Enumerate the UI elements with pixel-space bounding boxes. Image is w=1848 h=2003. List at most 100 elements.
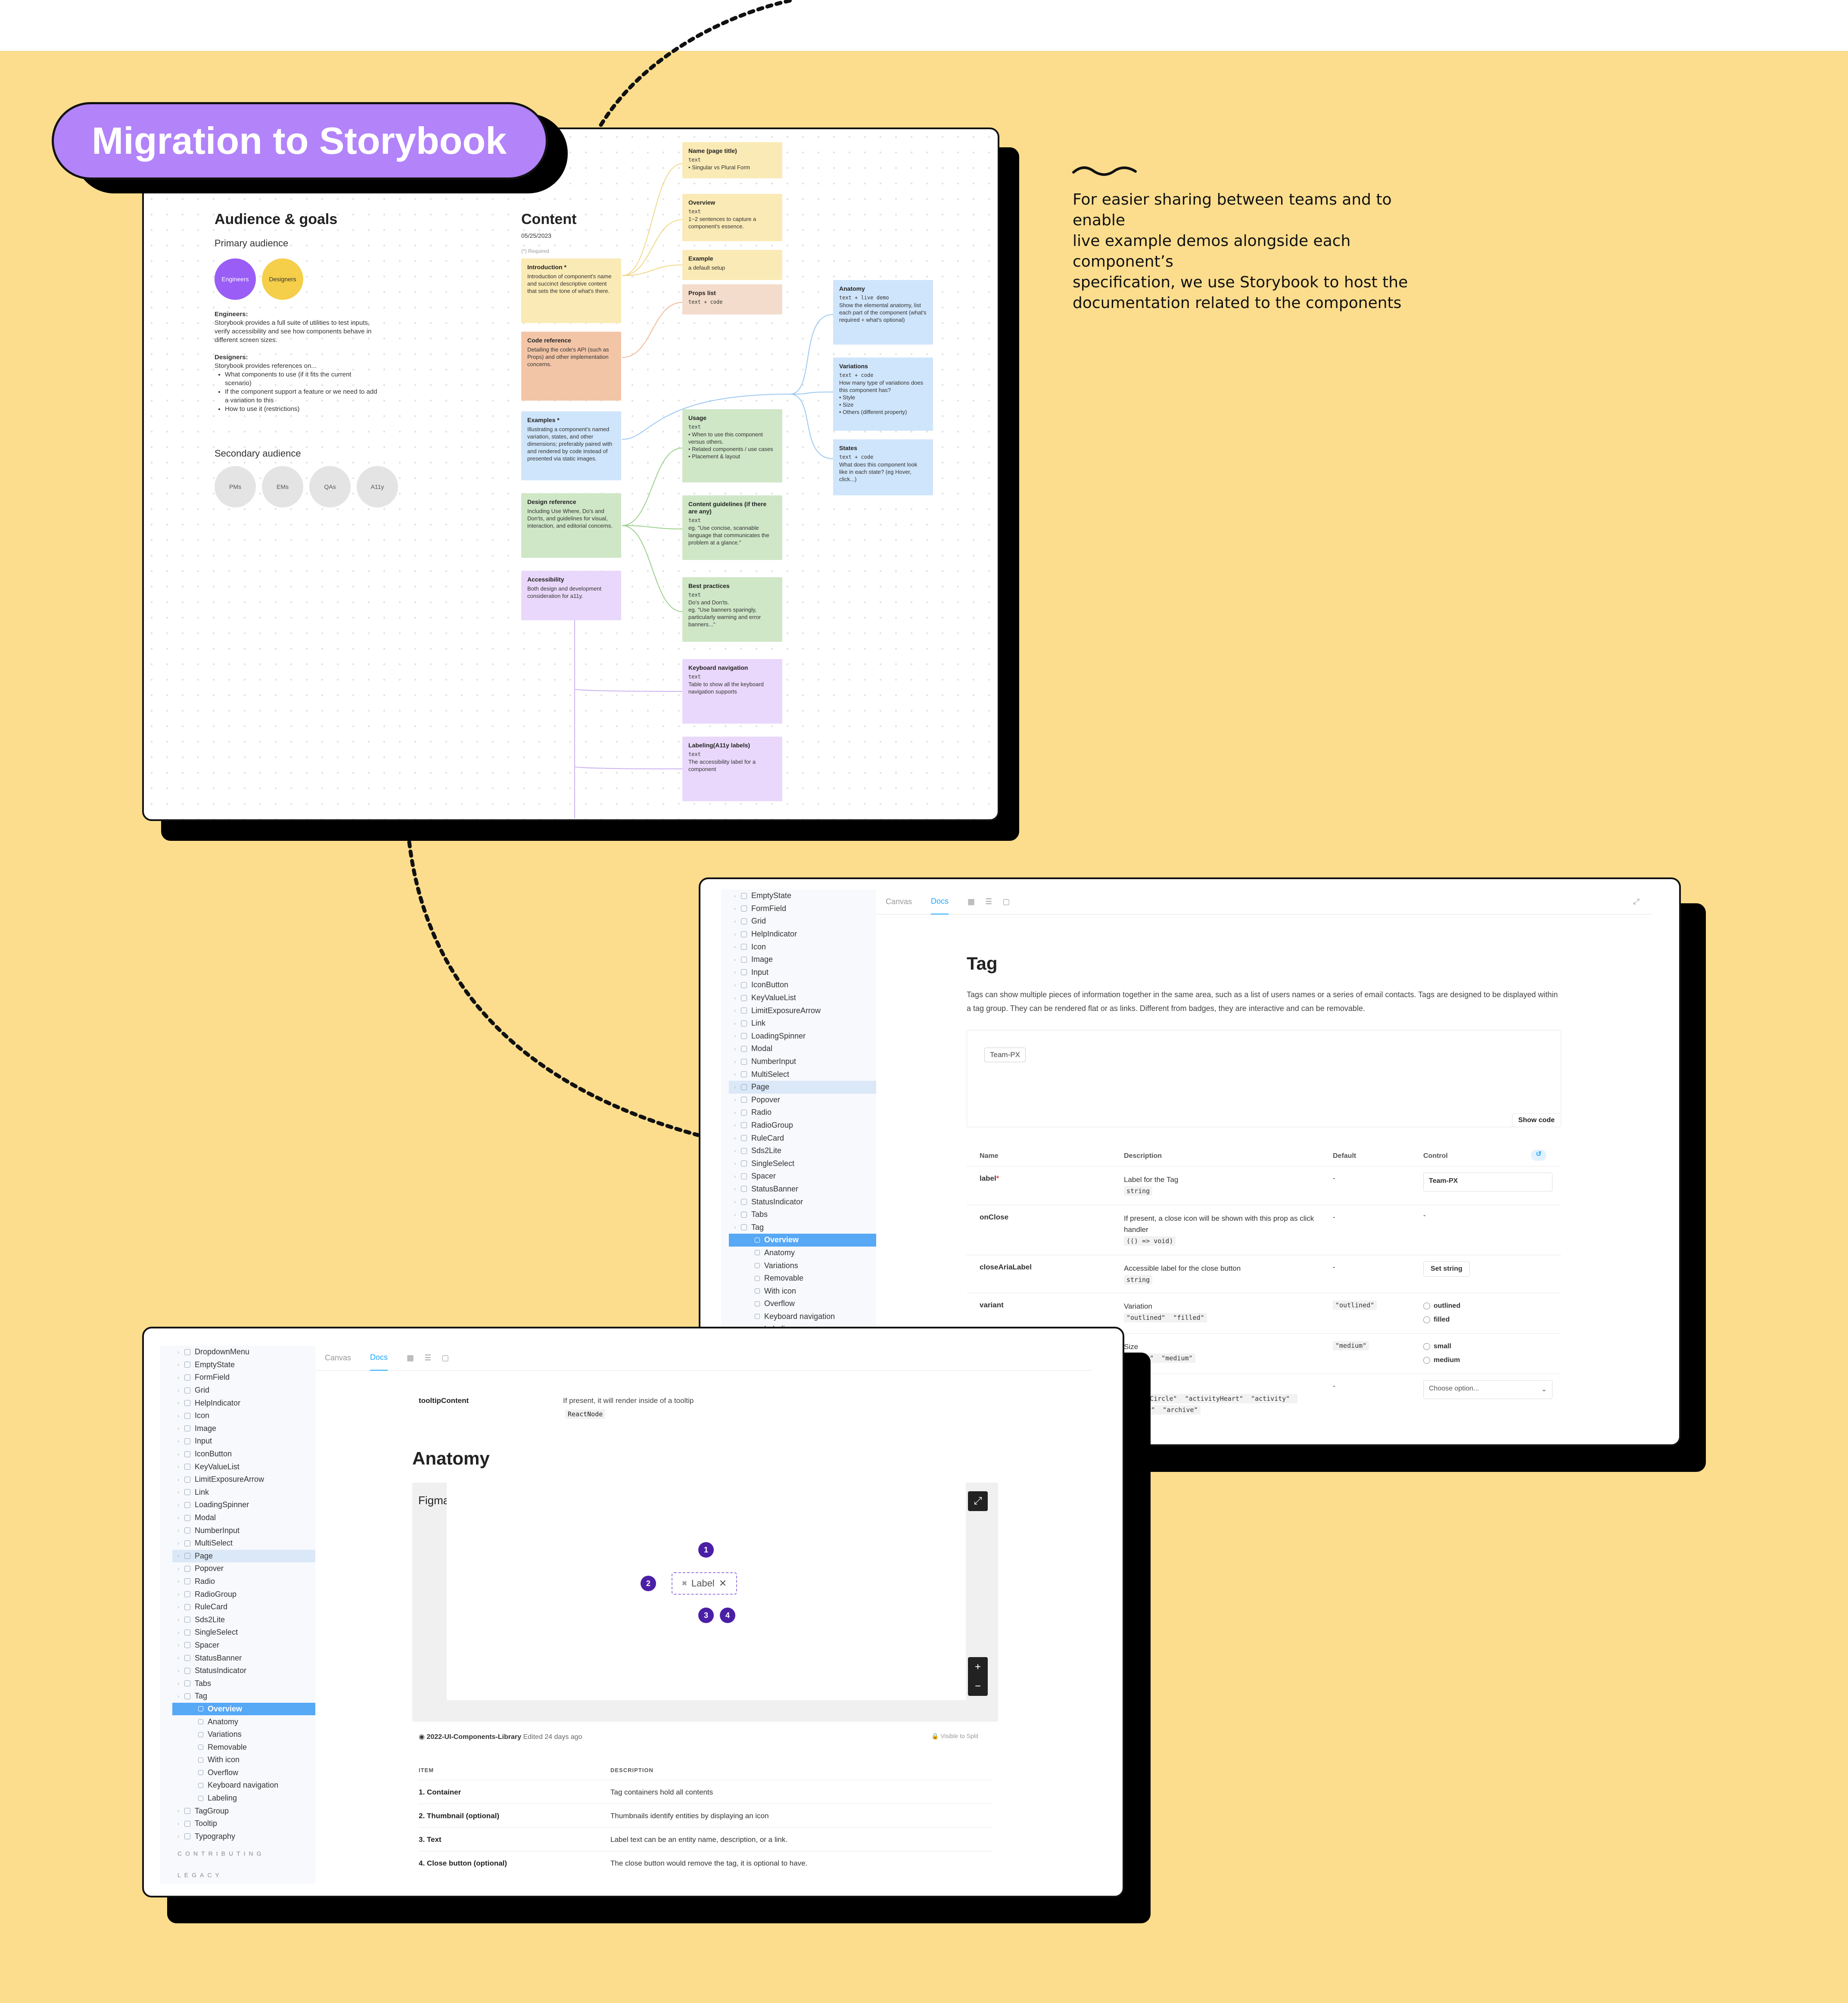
sidebar-item-story[interactable]: Variations	[172, 1728, 315, 1741]
sidebar-item-story[interactable]: Removable	[729, 1272, 876, 1285]
radio-button[interactable]	[1423, 1303, 1430, 1309]
sidebar-item-story[interactable]: Overflow	[729, 1297, 876, 1310]
sidebar-item[interactable]: › RuleCard	[172, 1601, 315, 1614]
sidebar-item[interactable]: › Tag	[729, 1221, 876, 1234]
zoom-controls[interactable]: + −	[968, 1657, 988, 1696]
sidebar-item[interactable]: › IconButton	[172, 1448, 315, 1461]
sidebar-item[interactable]: › Radio	[172, 1575, 315, 1588]
sidebar-item[interactable]: › NumberInput	[729, 1055, 876, 1068]
sidebar-item[interactable]: › TagGroup	[172, 1804, 315, 1817]
sidebar-item[interactable]: › Modal	[172, 1512, 315, 1524]
sidebar-item[interactable]: › HelpIndicator	[172, 1397, 315, 1409]
sidebar-item-story[interactable]: Anatomy	[729, 1247, 876, 1260]
show-code-button[interactable]: Show code	[1512, 1113, 1561, 1127]
radio-option[interactable]: outlined	[1423, 1299, 1552, 1313]
grid-icon[interactable]: ▦	[968, 890, 975, 914]
sidebar-item[interactable]: › Tabs	[172, 1677, 315, 1690]
sidebar-item[interactable]: › Image	[172, 1422, 315, 1435]
sidebar-item[interactable]: › Tag	[172, 1690, 315, 1703]
sidebar-item-story[interactable]: Removable	[172, 1741, 315, 1754]
frame-icon[interactable]: ▢	[1002, 890, 1010, 914]
tab-canvas[interactable]: Canvas	[886, 890, 912, 914]
sidebar-item[interactable]: › Input	[729, 966, 876, 979]
sidebar-item[interactable]: › Sds2Lite	[172, 1613, 315, 1626]
sidebar-item[interactable]: › Sds2Lite	[729, 1145, 876, 1157]
icon-select[interactable]: Choose option... ⌄	[1423, 1380, 1552, 1399]
radio-option[interactable]: medium	[1423, 1353, 1552, 1367]
frame-icon[interactable]: ▢	[442, 1346, 449, 1370]
sidebar-item[interactable]: › EmptyState	[729, 890, 876, 902]
sidebar-item[interactable]: › LoadingSpinner	[729, 1030, 876, 1043]
sidebar-section[interactable]: LEGACY	[172, 1864, 315, 1884]
sidebar-item-story[interactable]: With icon	[172, 1754, 315, 1767]
sidebar-item[interactable]: › StatusBanner	[729, 1183, 876, 1196]
sidebar-item[interactable]: › FormField	[172, 1371, 315, 1384]
sidebar-item[interactable]: › Grid	[729, 915, 876, 928]
sidebar-item[interactable]: › LimitExposureArrow	[172, 1473, 315, 1486]
grid-icon[interactable]: ▦	[407, 1346, 414, 1370]
radio-button[interactable]	[1423, 1357, 1430, 1364]
sidebar-item[interactable]: › Icon	[172, 1409, 315, 1422]
sidebar-item[interactable]: › Grid	[172, 1384, 315, 1397]
sidebar-item[interactable]: › Radio	[729, 1106, 876, 1119]
sidebar-item-story[interactable]: Keyboard navigation	[172, 1779, 315, 1792]
sidebar-item[interactable]: › Page	[172, 1549, 315, 1563]
sidebar-item[interactable]: › Typography	[172, 1830, 315, 1843]
sidebar-item[interactable]: › FormField	[729, 902, 876, 915]
sidebar-item[interactable]: › MultiSelect	[729, 1068, 876, 1081]
sidebar-item[interactable]: › NumberInput	[172, 1524, 315, 1537]
sidebar-item[interactable]: › Input	[172, 1435, 315, 1448]
menu-icon[interactable]: ☰	[424, 1346, 431, 1370]
radio-option[interactable]: small	[1423, 1340, 1552, 1353]
sidebar-item[interactable]: › DropdownMenu	[172, 1346, 315, 1359]
sidebar-item-story[interactable]: With icon	[729, 1285, 876, 1297]
tab-docs[interactable]: Docs	[370, 1345, 388, 1371]
sidebar-item-story[interactable]: Keyboard navigation	[729, 1310, 876, 1323]
sidebar-item[interactable]: › Tabs	[729, 1208, 876, 1221]
tab-canvas[interactable]: Canvas	[325, 1346, 351, 1370]
tag-preview[interactable]: Team-PX	[984, 1048, 1026, 1062]
radio-option[interactable]: filled	[1423, 1313, 1552, 1327]
set-string-button[interactable]: Set string	[1423, 1261, 1470, 1277]
zoom-in-icon[interactable]: +	[975, 1661, 981, 1673]
sidebar-item-story[interactable]: Overflow	[172, 1767, 315, 1779]
sidebar-item-story[interactable]: Anatomy	[172, 1715, 315, 1728]
radio-button[interactable]	[1423, 1316, 1430, 1323]
sidebar-item[interactable]: › Image	[729, 953, 876, 966]
sidebar-item[interactable]: › RadioGroup	[172, 1588, 315, 1601]
sidebar-item[interactable]: › Popover	[729, 1094, 876, 1107]
sidebar-item[interactable]: › LoadingSpinner	[172, 1499, 315, 1512]
sidebar-item-story[interactable]: Labeling	[172, 1792, 315, 1805]
sidebar-item[interactable]: › Spacer	[172, 1639, 315, 1652]
sidebar-section[interactable]: CONTRIBUTING	[172, 1843, 315, 1864]
sidebar-item[interactable]: › SingleSelect	[172, 1626, 315, 1639]
sidebar-item[interactable]: › HelpIndicator	[729, 928, 876, 941]
sidebar-item-story[interactable]: Overview	[729, 1234, 876, 1247]
expand-icon[interactable]: ⤢	[968, 1491, 988, 1511]
figma-embed[interactable]: Figma ⌘ Label ✕ 1 2 3 4 ⤢ + −	[412, 1483, 998, 1722]
sidebar-item[interactable]: › IconButton	[729, 979, 876, 992]
tab-docs[interactable]: Docs	[931, 889, 949, 915]
sidebar-item[interactable]: › MultiSelect	[172, 1537, 315, 1550]
radio-button[interactable]	[1423, 1343, 1430, 1350]
sidebar-item[interactable]: › KeyValueList	[172, 1460, 315, 1473]
sidebar-item[interactable]: › StatusIndicator	[172, 1664, 315, 1677]
sidebar-item[interactable]: › Icon	[729, 940, 876, 953]
sidebar-item[interactable]: › LimitExposureArrow	[729, 1004, 876, 1017]
sidebar-item[interactable]: › Modal	[729, 1042, 876, 1055]
sidebar-item[interactable]: › StatusIndicator	[729, 1195, 876, 1208]
sidebar-item[interactable]: › Link	[729, 1017, 876, 1030]
sidebar-item[interactable]: › Link	[172, 1486, 315, 1499]
sidebar-item[interactable]: › Popover	[172, 1562, 315, 1575]
reset-icon[interactable]: ↺	[1531, 1150, 1546, 1161]
zoom-out-icon[interactable]: −	[975, 1680, 981, 1692]
sidebar-item[interactable]: › EmptyState	[172, 1359, 315, 1372]
sidebar-item[interactable]: › RadioGroup	[729, 1119, 876, 1132]
sidebar-item-story[interactable]: Variations	[729, 1259, 876, 1272]
sidebar-item[interactable]: › Spacer	[729, 1170, 876, 1183]
sidebar-item-story[interactable]: Overview	[172, 1702, 315, 1716]
label-input[interactable]: Team-PX	[1423, 1173, 1552, 1191]
sidebar-item[interactable]: › Tooltip	[172, 1817, 315, 1830]
sidebar-item[interactable]: › KeyValueList	[729, 992, 876, 1005]
menu-icon[interactable]: ☰	[985, 890, 992, 914]
